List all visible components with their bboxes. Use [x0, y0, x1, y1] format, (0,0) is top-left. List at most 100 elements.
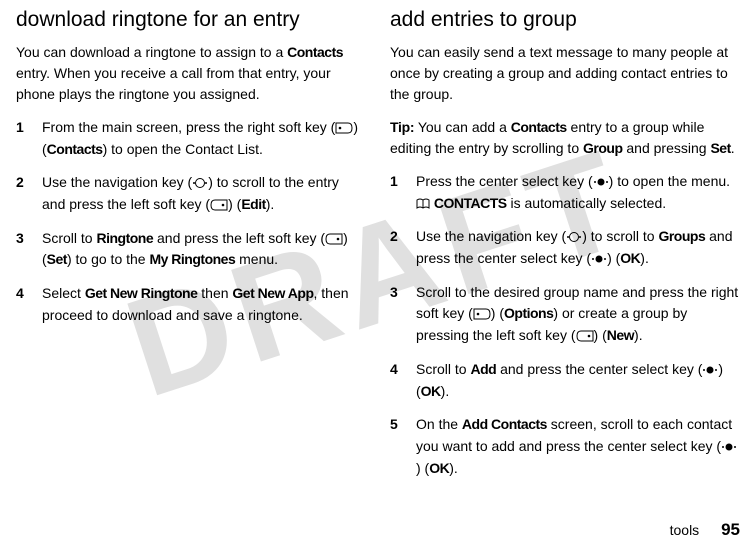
bold-text: Set — [710, 140, 730, 156]
bold-text: Contacts — [511, 119, 567, 135]
text: Scroll to — [416, 361, 470, 377]
bold-text: My Ringtones — [149, 251, 235, 267]
step-number: 3 — [390, 282, 404, 347]
step-number: 4 — [16, 283, 30, 326]
center-select-key-icon — [721, 438, 737, 454]
text: and press the left soft key ( — [153, 230, 325, 246]
text: ). — [441, 383, 450, 399]
step-text: Press the center select key ( ) to open t… — [416, 171, 740, 214]
contacts-book-icon — [416, 195, 430, 211]
step-item: 4 Scroll to Add and press the center sele… — [390, 359, 740, 402]
left-soft-key-icon — [576, 327, 594, 343]
navigation-key-icon — [566, 228, 582, 244]
bold-text: OK — [429, 460, 449, 476]
bold-text: Contacts — [287, 44, 343, 60]
step-number: 3 — [16, 228, 30, 271]
bold-text: CONTACTS — [434, 195, 507, 211]
text: You can download a ringtone to assign to… — [16, 44, 287, 60]
text: ) to go to the — [67, 251, 150, 267]
text: entry. When you receive a call from that… — [16, 65, 331, 102]
text: Use the navigation key ( — [42, 174, 192, 190]
text: Scroll to — [42, 230, 96, 246]
step-text: Scroll to Add and press the center selec… — [416, 359, 740, 402]
step-item: 3Scroll to the desired group name and pr… — [390, 282, 740, 347]
text: menu. — [235, 251, 278, 267]
right-intro: You can easily send a text message to ma… — [390, 42, 740, 105]
step-item: 1 Press the center select key ( ) to open … — [390, 171, 740, 214]
center-select-key-icon — [591, 250, 607, 266]
text: Select — [42, 285, 85, 301]
text: and press the center select key ( — [496, 361, 702, 377]
left-soft-key-icon — [325, 230, 343, 246]
bold-text: Add Contacts — [462, 416, 547, 432]
tip-label: Tip: — [390, 119, 414, 135]
left-steps: 1 From the main screen, press the right s… — [16, 117, 366, 327]
step-number: 5 — [390, 414, 404, 479]
left-column: download ringtone for an entry You can d… — [16, 8, 366, 491]
bold-text: Options — [504, 305, 553, 321]
right-soft-key-icon — [473, 305, 491, 321]
text: ). — [640, 250, 649, 266]
text: ) ( — [228, 196, 241, 212]
step-item: 2 Use the navigation key () to scroll to … — [16, 172, 366, 215]
bold-text: Set — [47, 251, 67, 267]
text: then — [197, 285, 232, 301]
text: ). — [634, 327, 643, 343]
right-column: add entries to group You can easily send… — [390, 8, 740, 491]
bold-text: Edit — [241, 196, 265, 212]
text: ). — [266, 196, 275, 212]
bold-text: Contacts — [47, 141, 103, 157]
text: On the — [416, 416, 462, 432]
step-number: 2 — [16, 172, 30, 215]
text: From the main screen, press the right so… — [42, 119, 335, 135]
text: Press the center select key ( — [416, 173, 593, 189]
bold-text: Ringtone — [96, 230, 153, 246]
step-text: Select Get New Ringtone then Get New App… — [42, 283, 366, 326]
text: ). — [449, 460, 458, 476]
step-number: 1 — [16, 117, 30, 160]
bold-text: Groups — [658, 228, 705, 244]
step-item: 2 Use the navigation key () to scroll to … — [390, 226, 740, 269]
step-number: 4 — [390, 359, 404, 402]
text: ) to open the menu. — [609, 173, 730, 189]
step-text: Use the navigation key () to scroll to t… — [42, 172, 366, 215]
right-tip: Tip: You can add a Contacts entry to a g… — [390, 117, 740, 159]
step-text: Scroll to Ringtone and press the left so… — [42, 228, 366, 271]
text: is automatically selected. — [507, 195, 667, 211]
left-soft-key-icon — [210, 196, 228, 212]
right-steps: 1 Press the center select key ( ) to open … — [390, 171, 740, 479]
page-columns: download ringtone for an entry You can d… — [0, 0, 756, 491]
step-number: 2 — [390, 226, 404, 269]
text: and pressing — [623, 140, 711, 156]
navigation-key-icon — [192, 174, 208, 190]
footer-section: tools — [670, 522, 700, 538]
step-number: 1 — [390, 171, 404, 214]
text: ) to scroll to — [582, 228, 658, 244]
text: ) ( — [594, 327, 607, 343]
footer-page-number: 95 — [721, 520, 740, 539]
step-text: On the Add Contacts screen, scroll to ea… — [416, 414, 740, 479]
bold-text: Add — [470, 361, 496, 377]
step-text: From the main screen, press the right so… — [42, 117, 366, 160]
center-select-key-icon — [593, 173, 609, 189]
bold-text: Get New App — [232, 285, 313, 301]
step-item: 3 Scroll to Ringtone and press the left s… — [16, 228, 366, 271]
text: ) ( — [607, 250, 620, 266]
bold-text: OK — [620, 250, 640, 266]
center-select-key-icon — [702, 361, 718, 377]
bold-text: OK — [421, 383, 441, 399]
text: ) ( — [491, 305, 504, 321]
step-item: 5On the Add Contacts screen, scroll to e… — [390, 414, 740, 479]
text: ) to open the Contact List. — [103, 141, 263, 157]
text: . — [731, 140, 735, 156]
page-footer: tools 95 — [670, 520, 740, 540]
text: ) ( — [416, 460, 429, 476]
right-heading: add entries to group — [390, 8, 740, 32]
bold-text: New — [607, 327, 634, 343]
left-intro: You can download a ringtone to assign to… — [16, 42, 366, 105]
bold-text: Get New Ringtone — [85, 285, 198, 301]
left-heading: download ringtone for an entry — [16, 8, 366, 32]
step-text: Use the navigation key () to scroll to G… — [416, 226, 740, 269]
bold-text: Group — [583, 140, 623, 156]
step-text: Scroll to the desired group name and pre… — [416, 282, 740, 347]
